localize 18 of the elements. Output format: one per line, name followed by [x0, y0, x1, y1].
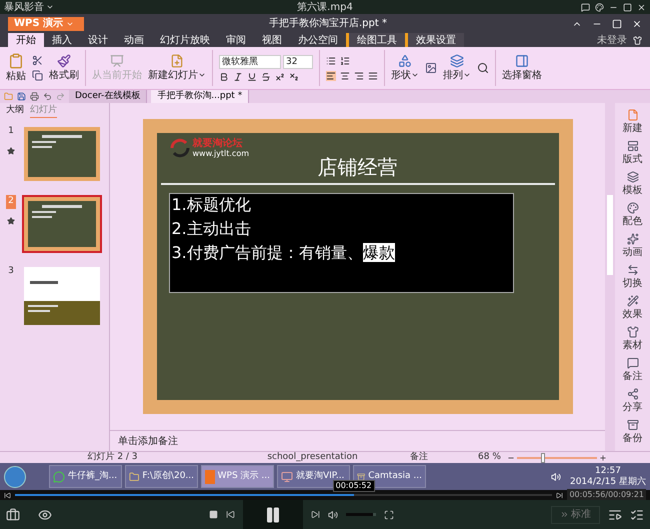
logo-url: www.jytlt.com	[192, 148, 250, 158]
playback-time: 00:05:56/00:09:21	[567, 489, 646, 501]
slide-number: 3	[8, 265, 14, 278]
logo-name: 就要淘论坛	[192, 138, 244, 148]
bullet-text: 2.主动出击	[172, 218, 252, 240]
zoom-value: 68 %	[478, 450, 501, 464]
slide-number: 1	[8, 125, 14, 138]
seek-tooltip: 00:05:52	[332, 480, 375, 492]
clock-time: 12:57	[595, 466, 621, 476]
document-title: 手把手教你淘宝开店.ppt *	[268, 16, 388, 31]
theme-name: school_presentation	[266, 450, 359, 464]
bullet-text: 3.付费广告前提：有销量、爆款	[172, 242, 396, 264]
bullet-text: 1.标题优化	[172, 194, 252, 216]
window-title: 第六课.mp4	[296, 0, 354, 14]
clock-date: 2014/2/15 星期六	[570, 476, 646, 488]
slide-counter: 幻灯片 2 / 3	[86, 450, 139, 464]
slide-number: 2	[6, 195, 16, 208]
slide-title: 店铺经营	[316, 155, 398, 179]
